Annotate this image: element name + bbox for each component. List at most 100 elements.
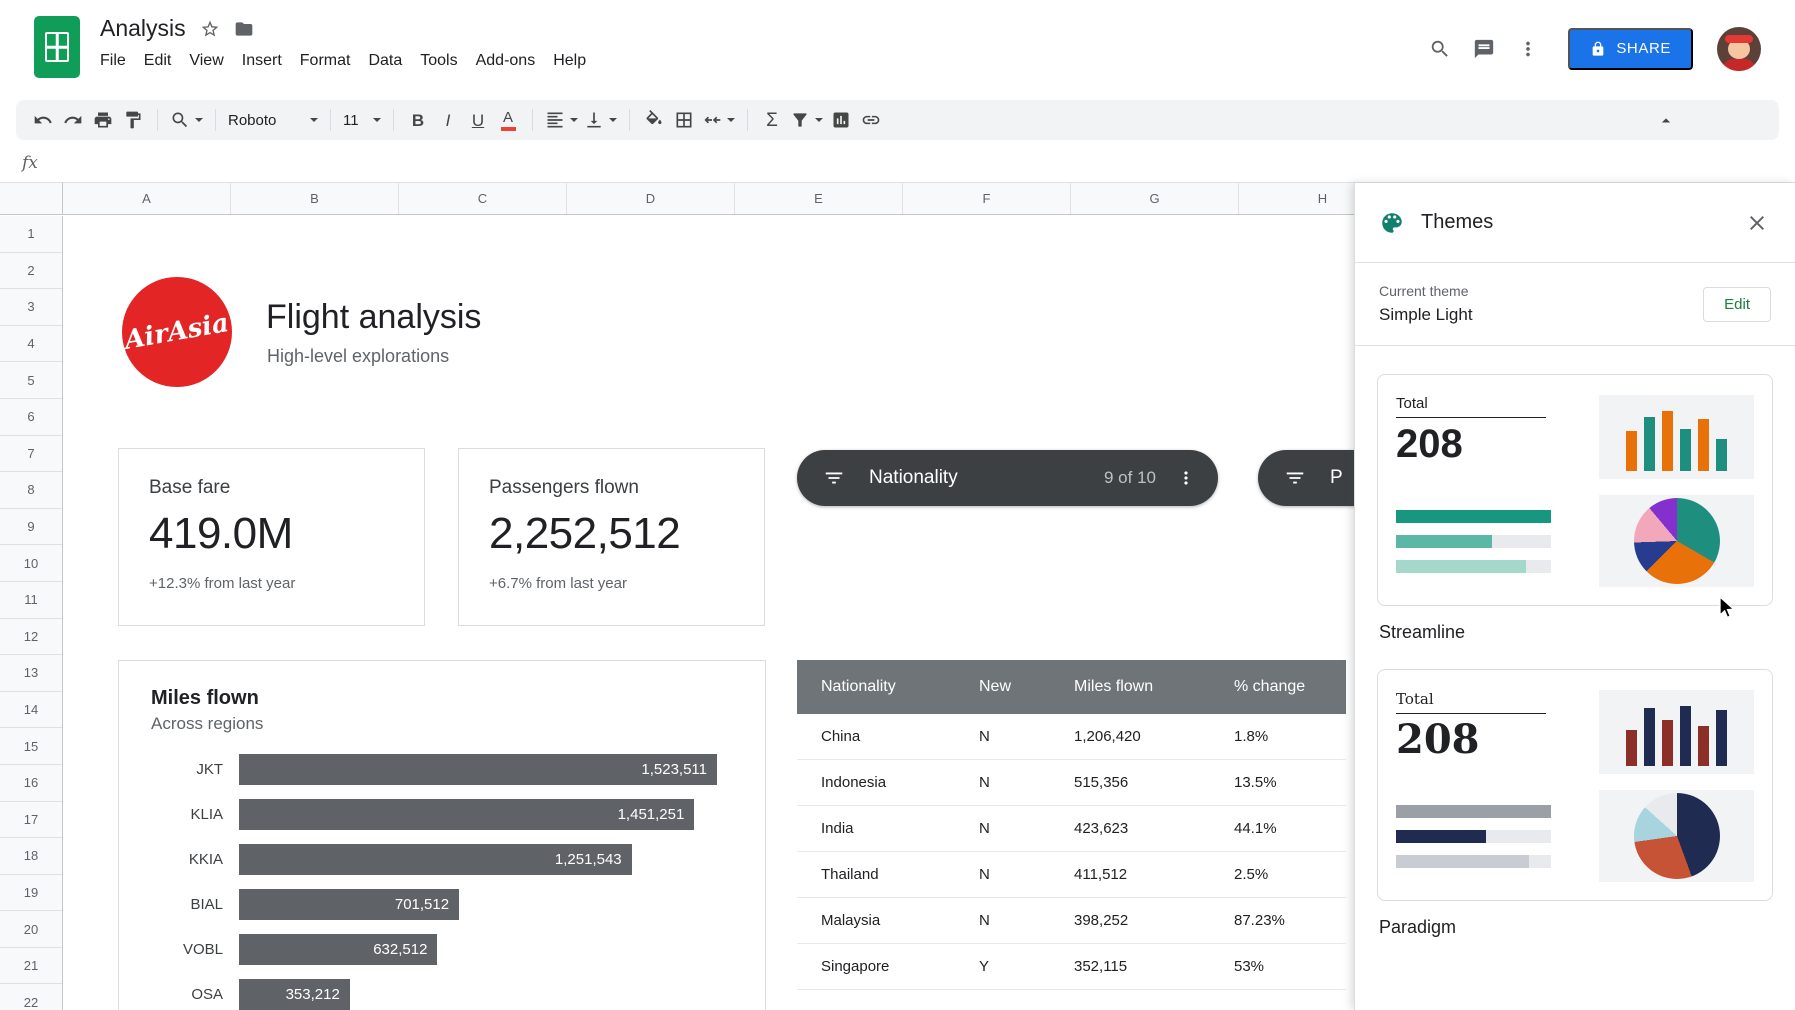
kpi-label: Base fare (149, 477, 394, 499)
row-header-20[interactable]: 20 (0, 911, 62, 948)
theme-name-paradigm: Paradigm (1379, 917, 1771, 938)
nationality-table[interactable]: NationalityNewMiles flown% change ChinaN… (797, 660, 1346, 990)
theme-mini-bar-chart (1599, 395, 1754, 479)
menu-format[interactable]: Format (291, 49, 360, 73)
paint-format-icon[interactable] (118, 105, 148, 135)
collapse-chevron-icon[interactable] (1651, 105, 1681, 135)
row-header-14[interactable]: 14 (0, 692, 62, 729)
dropdown-arrow (195, 118, 203, 122)
row-header-16[interactable]: 16 (0, 765, 62, 802)
edit-theme-button[interactable]: Edit (1703, 287, 1771, 322)
bar-value-label: 1,251,543 (555, 851, 632, 868)
menu-tools[interactable]: Tools (411, 49, 466, 73)
bar-row-osa: OSA353,212 (151, 979, 717, 1010)
column-header-F[interactable]: F (903, 183, 1071, 214)
row-header-13[interactable]: 13 (0, 655, 62, 692)
avatar[interactable] (1717, 27, 1761, 71)
link-icon[interactable] (856, 105, 886, 135)
row-header-4[interactable]: 4 (0, 326, 62, 363)
document-title[interactable]: Analysis (100, 15, 186, 42)
row-header-17[interactable]: 17 (0, 802, 62, 839)
row-header-7[interactable]: 7 (0, 436, 62, 473)
functions-sigma-icon[interactable]: Σ (757, 105, 787, 135)
menu-view[interactable]: View (180, 49, 232, 73)
print-icon[interactable] (88, 105, 118, 135)
kebab-menu-icon[interactable] (1176, 468, 1196, 488)
kpi-card-base-fare[interactable]: Base fare 419.0M +12.3% from last year (118, 448, 425, 626)
menu-addons[interactable]: Add-ons (467, 49, 545, 73)
row-header-3[interactable]: 3 (0, 289, 62, 326)
font-family-select[interactable]: Roboto (225, 105, 321, 135)
font-size-select[interactable]: 11 (340, 105, 384, 135)
bar-category-label: OSA (151, 986, 223, 1003)
titlebar: Analysis FileEditViewInsertFormatDataToo… (0, 0, 1795, 97)
fill-color-icon[interactable] (639, 105, 669, 135)
column-header-B[interactable]: B (231, 183, 399, 214)
row-header-6[interactable]: 6 (0, 399, 62, 436)
bar-fill: 632,512 (239, 934, 437, 965)
filter-chip-count: 9 of 10 (1104, 468, 1156, 488)
share-button[interactable]: SHARE (1568, 28, 1693, 70)
filter-chip-nationality[interactable]: Nationality 9 of 10 (797, 450, 1218, 506)
menu-help[interactable]: Help (544, 49, 595, 73)
bold-icon[interactable]: B (403, 105, 433, 135)
row-header-10[interactable]: 10 (0, 545, 62, 582)
bar-row-jkt: JKT1,523,511 (151, 754, 717, 785)
font-size-value: 11 (343, 112, 359, 129)
airasia-logo[interactable]: AirAsia (122, 277, 232, 387)
row-header-19[interactable]: 19 (0, 875, 62, 912)
miles-flown-chart[interactable]: Miles flown Across regions JKT1,523,511K… (118, 660, 766, 1010)
merge-cells-icon[interactable] (699, 105, 738, 135)
row-header-9[interactable]: 9 (0, 509, 62, 546)
column-header-C[interactable]: C (399, 183, 567, 214)
column-header-G[interactable]: G (1071, 183, 1239, 214)
table-cell: Malaysia (797, 912, 979, 929)
undo-icon[interactable] (28, 105, 58, 135)
vertical-align-icon[interactable] (581, 105, 620, 135)
theme-total-block: Total 208 (1396, 395, 1546, 464)
italic-icon[interactable]: I (433, 105, 463, 135)
menu-edit[interactable]: Edit (135, 49, 181, 73)
kebab-menu-icon[interactable] (1506, 27, 1550, 71)
underline-icon[interactable]: U (463, 105, 493, 135)
column-header-D[interactable]: D (567, 183, 735, 214)
chart-icon[interactable] (826, 105, 856, 135)
filter-list-icon (823, 467, 845, 489)
text-color-icon[interactable]: A (493, 105, 523, 135)
row-header-18[interactable]: 18 (0, 838, 62, 875)
sheets-icon[interactable] (34, 16, 80, 78)
row-header-1[interactable]: 1 (0, 216, 62, 253)
column-header-A[interactable]: A (63, 183, 231, 214)
table-cell: Singapore (797, 958, 979, 975)
formula-bar[interactable]: fx (0, 143, 1795, 183)
kpi-card-passengers[interactable]: Passengers flown 2,252,512 +6.7% from la… (458, 448, 765, 626)
redo-icon[interactable] (58, 105, 88, 135)
row-header-22[interactable]: 22 (0, 984, 62, 1010)
star-icon[interactable] (200, 19, 220, 39)
column-header-E[interactable]: E (735, 183, 903, 214)
row-header-15[interactable]: 15 (0, 728, 62, 765)
align-icon[interactable] (542, 105, 581, 135)
zoom-icon[interactable] (167, 105, 206, 135)
row-header-11[interactable]: 11 (0, 582, 62, 619)
select-all-corner[interactable] (0, 183, 63, 215)
row-header-5[interactable]: 5 (0, 362, 62, 399)
menu-file[interactable]: File (91, 49, 135, 73)
comment-icon[interactable] (1462, 27, 1506, 71)
search-icon[interactable] (1418, 27, 1462, 71)
theme-card-paradigm[interactable]: Total 208 (1377, 669, 1773, 901)
borders-icon[interactable] (669, 105, 699, 135)
menu-insert[interactable]: Insert (233, 49, 291, 73)
filter-icon[interactable] (787, 105, 826, 135)
row-header-21[interactable]: 21 (0, 948, 62, 985)
row-header-12[interactable]: 12 (0, 619, 62, 656)
close-icon[interactable] (1745, 211, 1769, 235)
theme-card-streamline[interactable]: Total 208 (1377, 374, 1773, 606)
row-header-8[interactable]: 8 (0, 472, 62, 509)
dropdown-arrow (727, 118, 735, 122)
theme-mini-stripes (1396, 495, 1551, 587)
folder-icon[interactable] (234, 19, 254, 39)
row-header-2[interactable]: 2 (0, 253, 62, 290)
menu-data[interactable]: Data (359, 49, 411, 73)
table-cell: 87.23% (1234, 912, 1346, 929)
